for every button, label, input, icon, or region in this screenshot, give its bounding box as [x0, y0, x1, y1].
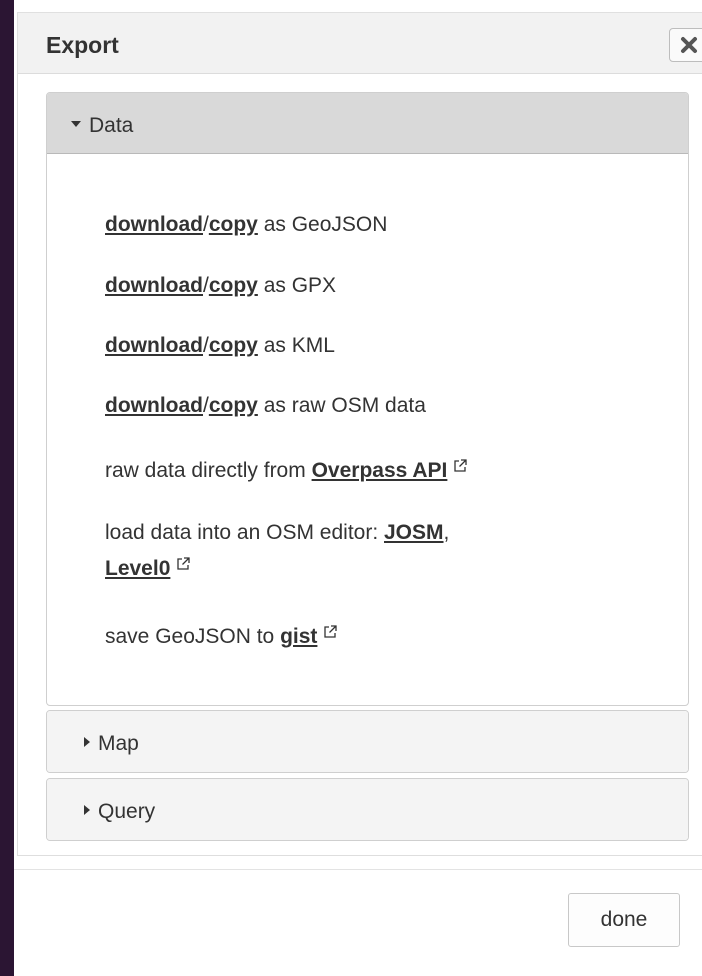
- editor-line: load data into an OSM editor: JOSM,: [105, 521, 449, 545]
- format-label: as GeoJSON: [257, 213, 388, 236]
- copy-gpx-link[interactable]: copy: [209, 274, 258, 297]
- gist-line: save GeoJSON to gist: [105, 625, 338, 649]
- copy-kml-link[interactable]: copy: [209, 334, 258, 357]
- level0-link[interactable]: Level0: [105, 557, 170, 580]
- panel-map-title: Map: [98, 732, 139, 755]
- copy-osm-link[interactable]: copy: [209, 394, 258, 417]
- export-osm-line: download/copy as raw OSM data: [105, 394, 426, 418]
- panel-query-header[interactable]: Query: [47, 779, 688, 840]
- panel-map-header[interactable]: Map: [47, 711, 688, 772]
- close-button[interactable]: [669, 28, 702, 62]
- caret-down-icon: [71, 121, 81, 127]
- editor-comma: ,: [443, 521, 450, 544]
- close-icon: [680, 36, 698, 54]
- download-kml-link[interactable]: download: [105, 334, 203, 357]
- format-label: as raw OSM data: [257, 394, 426, 417]
- format-label: as GPX: [257, 274, 337, 297]
- overpass-prefix: raw data directly from: [105, 459, 312, 482]
- overpass-line: raw data directly from Overpass API: [105, 459, 468, 483]
- gist-link[interactable]: gist: [280, 625, 317, 648]
- caret-right-icon: [84, 737, 90, 747]
- export-dialog: Export Data download/copy as GeoJSON dow…: [14, 0, 702, 976]
- panel-data-header[interactable]: Data: [47, 93, 688, 154]
- download-geojson-link[interactable]: download: [105, 213, 203, 236]
- external-link-icon: [453, 455, 468, 479]
- download-gpx-link[interactable]: download: [105, 274, 203, 297]
- external-link-icon: [323, 621, 338, 645]
- export-kml-line: download/copy as KML: [105, 334, 335, 358]
- export-geojson-line: download/copy as GeoJSON: [105, 213, 387, 237]
- panel-data-title: Data: [89, 114, 134, 137]
- done-button[interactable]: done: [568, 893, 680, 947]
- editor-line-2: Level0: [105, 557, 191, 581]
- editor-prefix: load data into an OSM editor:: [105, 521, 384, 544]
- download-osm-link[interactable]: download: [105, 394, 203, 417]
- dialog-header: Export: [17, 12, 702, 74]
- caret-right-icon: [84, 805, 90, 815]
- overpass-api-link[interactable]: Overpass API: [312, 459, 448, 482]
- format-label: as KML: [257, 334, 335, 357]
- panel-map: Map: [46, 710, 689, 773]
- josm-link[interactable]: JOSM: [384, 521, 444, 544]
- dialog-title: Export: [46, 32, 119, 58]
- export-gpx-line: download/copy as GPX: [105, 274, 336, 298]
- panel-query-title: Query: [98, 800, 156, 823]
- footer-divider: [14, 869, 702, 870]
- copy-geojson-link[interactable]: copy: [209, 213, 258, 236]
- panel-data: Data download/copy as GeoJSON download/c…: [46, 92, 689, 706]
- panel-query: Query: [46, 778, 689, 841]
- external-link-icon: [176, 553, 191, 577]
- gist-prefix: save GeoJSON to: [105, 625, 281, 648]
